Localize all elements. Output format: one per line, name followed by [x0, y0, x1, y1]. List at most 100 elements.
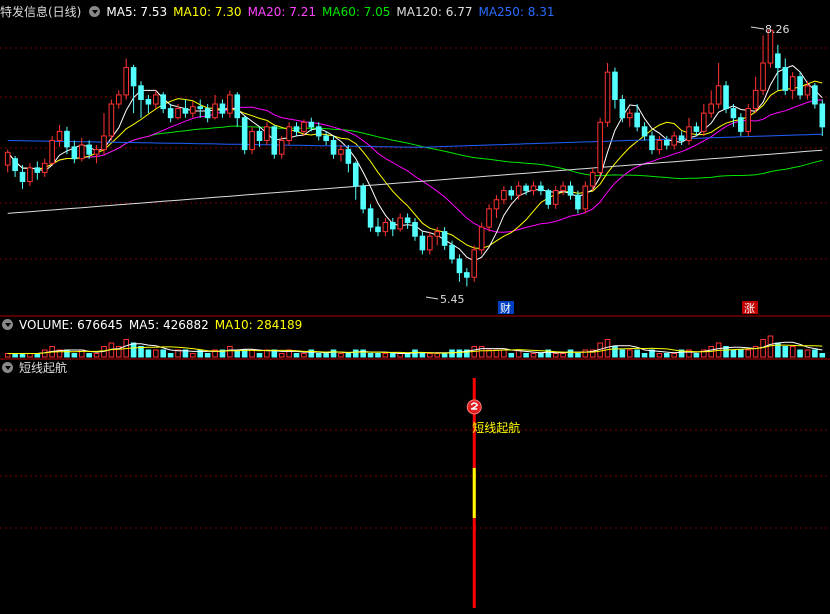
indicator-header: 短线起航 — [0, 360, 73, 376]
candle-body — [530, 185, 537, 192]
candle-body — [93, 149, 100, 155]
volume-bar — [404, 353, 411, 358]
candle-body — [626, 112, 633, 119]
volume-bar — [256, 353, 263, 358]
volume-bar — [227, 346, 233, 358]
candle-body — [560, 185, 566, 192]
volume-ma10-line — [7, 344, 823, 354]
volume-bar — [508, 353, 515, 358]
candle-body — [197, 106, 204, 110]
volume-bar — [819, 353, 826, 358]
candle-body — [264, 126, 270, 141]
candle-body — [656, 139, 663, 151]
candle-body — [671, 135, 677, 146]
volume-bar — [567, 349, 574, 358]
volume-bar — [323, 353, 329, 358]
volume-bar — [160, 349, 167, 358]
candle-body — [71, 146, 78, 160]
ma20-value: MA20: 7.21 — [247, 5, 316, 19]
candle-body — [352, 162, 359, 187]
volume-bar — [560, 353, 566, 358]
volume-bar — [663, 353, 670, 358]
candle-body — [227, 94, 233, 114]
candle-body — [745, 108, 752, 132]
volume-bar — [478, 346, 485, 358]
volume-bar — [501, 349, 507, 358]
ma60-value: MA60: 7.05 — [322, 5, 391, 19]
main-title: 特发信息(日线) — [0, 5, 82, 19]
candle-body — [752, 89, 759, 110]
volume-bar — [190, 353, 196, 358]
candle-body — [234, 94, 241, 119]
candle-body — [108, 103, 115, 137]
volume-bar — [449, 349, 455, 358]
volume-bar — [804, 349, 811, 358]
candle-body — [397, 217, 403, 230]
indicator-title: 短线起航 — [19, 361, 68, 375]
low-price-label: 5.45 — [440, 293, 465, 306]
volume-bar — [19, 353, 26, 358]
collapse-icon[interactable] — [2, 362, 13, 373]
collapse-icon[interactable] — [2, 319, 13, 330]
candle-body — [64, 130, 70, 148]
candle-body — [86, 144, 92, 155]
low-pointer — [425, 296, 439, 300]
candle-body — [271, 126, 278, 155]
volume-bar — [530, 353, 537, 358]
candle-body — [115, 94, 122, 105]
volume-bar — [604, 339, 611, 358]
candle-body — [367, 208, 374, 228]
badge-cai-text: 财 — [500, 301, 511, 315]
volume-bar — [86, 353, 92, 358]
candle-body — [286, 126, 292, 141]
candle-body — [27, 167, 33, 183]
candle-body — [204, 108, 211, 119]
volume-bar — [693, 353, 700, 358]
candle-body — [345, 149, 352, 164]
candle-body — [308, 121, 315, 128]
candle-body — [56, 130, 63, 141]
volume-bar — [4, 353, 11, 358]
volume-bar — [493, 349, 500, 358]
candle-body — [249, 130, 255, 151]
volume-bar — [626, 349, 633, 358]
candle-body — [708, 103, 715, 114]
volume-bar — [641, 353, 648, 358]
volume-bar — [656, 353, 663, 358]
candle-body — [441, 231, 448, 246]
volume-bar — [64, 349, 70, 358]
candle-body — [145, 98, 152, 105]
candle-body — [804, 85, 811, 96]
candle-body — [641, 126, 648, 137]
volume-bar — [738, 349, 744, 358]
volume-bar — [634, 349, 640, 358]
volume-bar — [441, 353, 448, 358]
candle-body — [427, 235, 433, 251]
volume-bar — [301, 353, 307, 358]
candle-body — [730, 108, 737, 119]
volume-bar — [12, 353, 18, 358]
volume-bar — [241, 349, 248, 358]
volume-bar — [789, 346, 796, 358]
ma20-line — [7, 99, 823, 233]
candle-body — [812, 85, 818, 105]
candle-body — [486, 208, 492, 228]
volume-bar — [204, 353, 211, 358]
signal-text: 短线起航 — [472, 420, 520, 435]
candle-body — [389, 222, 396, 230]
signal-bar-highlight — [472, 468, 476, 518]
stock-chart[interactable]: 8.26 5.45 财 涨 短线起航 — [0, 0, 830, 614]
candle-body — [101, 135, 107, 151]
collapse-icon[interactable] — [89, 6, 101, 17]
candle-body — [493, 199, 500, 210]
candle-body — [315, 126, 322, 137]
volume-ma10: MA10: 284189 — [214, 318, 303, 332]
volume-bar — [612, 346, 618, 358]
candle-body — [552, 190, 559, 205]
volume-bars — [4, 335, 826, 358]
ma10-value: MA10: 7.30 — [173, 5, 242, 19]
ma250-value: MA250: 8.31 — [478, 5, 555, 19]
candle-body — [219, 103, 226, 114]
candle-body — [715, 85, 722, 105]
candle-body — [278, 139, 285, 155]
